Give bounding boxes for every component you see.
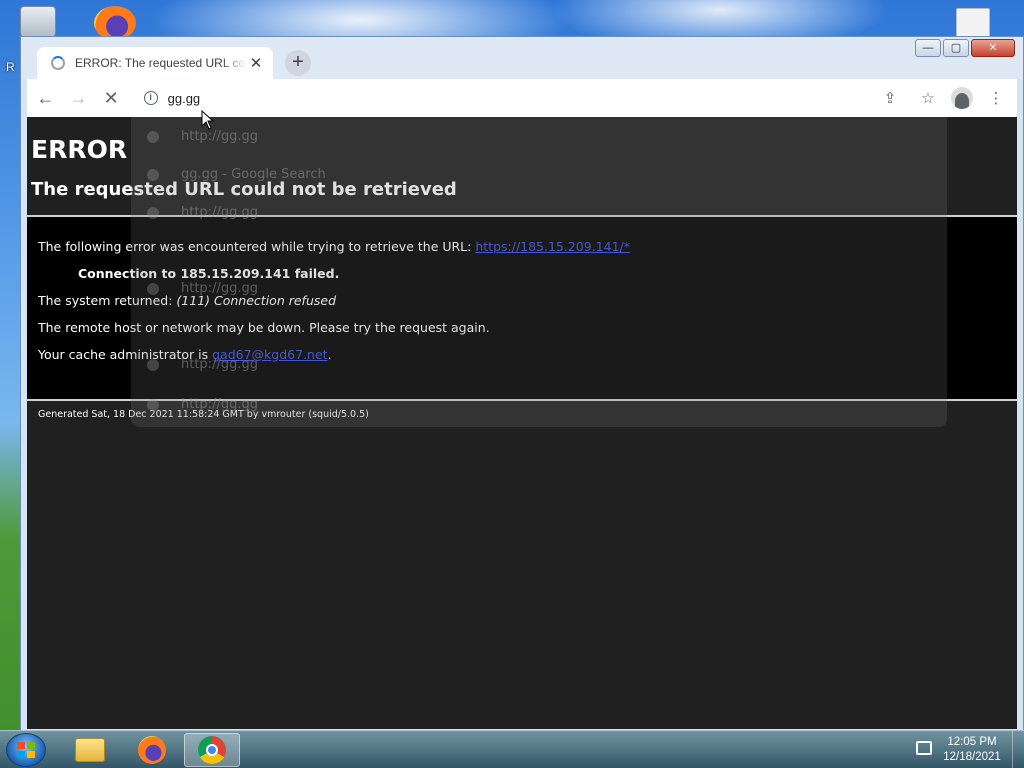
suggestion-item[interactable]: http://gg.gg xyxy=(181,129,258,144)
window-controls: — ▢ ✕ xyxy=(915,39,1015,57)
clock-time: 12:05 PM xyxy=(947,736,997,748)
system-clock[interactable]: 12:05 PM 12/18/2021 xyxy=(940,735,1004,765)
browser-window: ERROR: The requested URL could not be re… xyxy=(20,36,1024,732)
suggestion-item[interactable]: http://gg.gg xyxy=(181,397,258,412)
tab-strip: ERROR: The requested URL could not be re… xyxy=(21,37,1023,79)
bookmark-star-icon[interactable]: ☆ xyxy=(913,83,943,113)
forward-button[interactable]: → xyxy=(64,83,93,113)
firefox-icon xyxy=(138,736,166,764)
tab-error-page[interactable]: ERROR: The requested URL could not be re… xyxy=(37,47,273,79)
page-title: ERROR xyxy=(31,135,128,164)
desktop-icon-label: R xyxy=(6,60,15,74)
omnibox-suggestions-ghost: http://gg.gg gg.gg - Google Search http:… xyxy=(131,117,947,427)
new-tab-button[interactable]: + xyxy=(285,50,311,76)
loading-spinner-icon xyxy=(51,56,65,70)
tab-title: ERROR: The requested URL could not be re… xyxy=(75,56,247,70)
folder-icon xyxy=(75,738,105,762)
stop-loading-button[interactable]: ✕ xyxy=(97,83,126,113)
globe-icon xyxy=(147,131,159,143)
suggestion-item[interactable]: http://gg.gg xyxy=(181,357,258,372)
suggestion-item[interactable]: http://gg.gg xyxy=(181,205,258,220)
globe-icon xyxy=(147,359,159,371)
chrome-taskbar-button[interactable] xyxy=(184,733,240,767)
address-bar[interactable]: i xyxy=(133,83,876,113)
tab-close-icon[interactable]: ✕ xyxy=(247,54,265,72)
suggestion-item[interactable]: gg.gg - Google Search xyxy=(181,167,326,182)
globe-icon xyxy=(147,207,159,219)
globe-icon xyxy=(147,399,159,411)
menu-kebab-icon[interactable]: ⋮ xyxy=(981,83,1011,113)
address-input[interactable] xyxy=(167,90,468,106)
page-content: ERROR The requested URL could not be ret… xyxy=(27,117,1017,729)
windows-logo-icon xyxy=(17,742,35,758)
recycle-bin-icon[interactable] xyxy=(20,6,56,40)
firefox-desktop-icon[interactable] xyxy=(94,6,136,40)
profile-avatar-icon[interactable] xyxy=(951,87,974,109)
chrome-icon xyxy=(198,736,226,764)
start-button[interactable] xyxy=(6,733,46,767)
suggestion-item[interactable]: http://gg.gg xyxy=(181,281,258,296)
globe-icon xyxy=(147,283,159,295)
back-button[interactable]: ← xyxy=(31,83,60,113)
taskbar: 12:05 PM 12/18/2021 xyxy=(0,730,1024,768)
clock-date: 12/18/2021 xyxy=(943,751,1001,763)
share-icon[interactable]: ⇪ xyxy=(875,83,905,113)
explorer-taskbar-button[interactable] xyxy=(62,733,118,767)
firefox-taskbar-button[interactable] xyxy=(124,733,180,767)
maximize-button[interactable]: ▢ xyxy=(943,39,969,57)
browser-toolbar: ← → ✕ i ⇪ ☆ ⋮ xyxy=(27,79,1017,117)
close-window-button[interactable]: ✕ xyxy=(971,39,1015,57)
show-desktop-button[interactable] xyxy=(1012,731,1024,768)
network-icon[interactable] xyxy=(916,741,932,755)
minimize-button[interactable]: — xyxy=(915,39,941,57)
search-icon xyxy=(147,169,159,181)
site-info-icon[interactable]: i xyxy=(143,91,158,105)
